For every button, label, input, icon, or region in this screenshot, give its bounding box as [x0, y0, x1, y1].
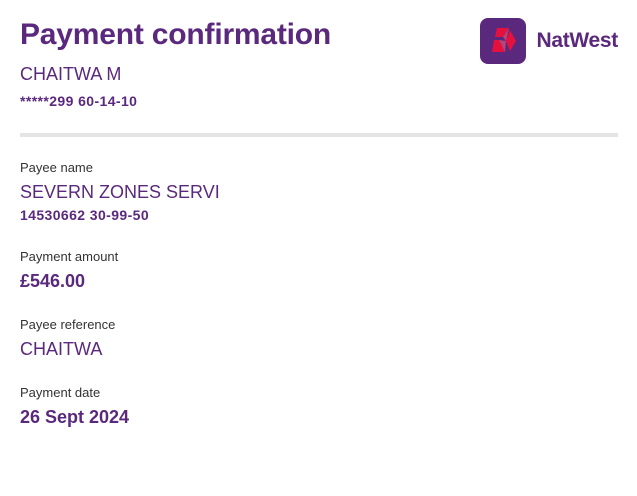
payment-date-value: 26 Sept 2024 [20, 407, 130, 427]
brand-logo: NatWest [480, 18, 618, 64]
page-title: Payment confirmation [20, 18, 332, 51]
payment-amount-label: Payment amount [20, 249, 119, 264]
header-divider [20, 133, 618, 137]
account-number: *****299 60-14-10 [20, 93, 138, 109]
payee-name-value: SEVERN ZONES SERVI [20, 182, 220, 202]
payee-reference-value: CHAITWA [20, 339, 103, 359]
account-holder-name: CHAITWA M [20, 64, 122, 84]
payee-section: Payee name SEVERN ZONES SERVI 14530662 3… [20, 160, 618, 223]
payment-amount-value: £546.00 [20, 271, 86, 291]
natwest-cubes-icon [480, 18, 527, 64]
payment-date-label: Payment date [20, 385, 101, 400]
payee-reference-label: Payee reference [20, 317, 116, 332]
confirmation-header: Payment confirmation CHAITWA M *****299 … [20, 18, 618, 118]
amount-section: Payment amount £546.00 [20, 249, 618, 292]
reference-section: Payee reference CHAITWA [20, 317, 618, 360]
brand-name: NatWest [536, 29, 618, 52]
date-section: Payment date 26 Sept 2024 [20, 385, 618, 428]
payee-name-label: Payee name [20, 160, 93, 175]
payee-account-details: 14530662 30-99-50 [20, 207, 150, 223]
